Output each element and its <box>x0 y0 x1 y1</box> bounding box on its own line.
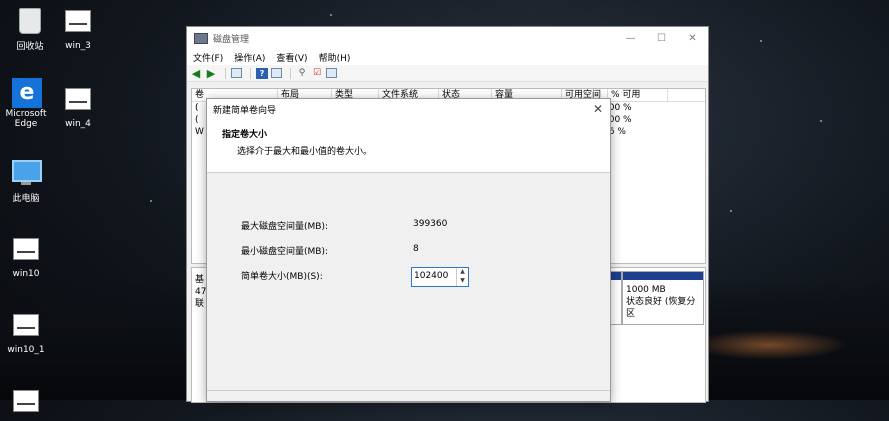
file-icon <box>13 238 39 260</box>
wizard-body: 最大磁盘空间量(MB): 399360 最小磁盘空间量(MB): 8 简单卷大小… <box>207 173 610 386</box>
wizard-titlebar[interactable]: 新建简单卷向导 ✕ <box>207 99 610 119</box>
file-icon <box>13 314 39 336</box>
column-percent-free[interactable]: % 可用 <box>608 89 668 101</box>
file-icon <box>13 390 39 412</box>
horizon-glow <box>689 330 849 360</box>
desktop-icon-partial[interactable] <box>0 386 56 421</box>
stepper-up-icon[interactable]: ▲ <box>457 268 468 277</box>
min-space-label: 最小磁盘空间量(MB): <box>241 247 328 257</box>
window-titlebar[interactable]: 磁盘管理 — ☐ ✕ <box>187 27 708 49</box>
computer-icon <box>12 160 42 182</box>
wizard-subheading: 选择介于最大和最小值的卷大小。 <box>237 147 373 157</box>
check-icon[interactable]: ☑ <box>311 68 323 79</box>
volume-size-stepper[interactable]: ▲ ▼ <box>411 267 469 287</box>
wizard-footer-divider <box>207 390 610 391</box>
desktop-icon-win4[interactable]: win_4 <box>48 84 108 129</box>
wizard-title: 新建简单卷向导 <box>213 105 277 116</box>
min-space-value: 8 <box>413 244 419 254</box>
toolbar: ◀ ▶ ? ⚲ ☑ <box>187 65 708 82</box>
max-space-value: 399360 <box>413 219 448 229</box>
menu-help[interactable]: 帮助(H) <box>319 51 351 64</box>
menu-view[interactable]: 查看(V) <box>276 51 307 64</box>
desktop-icon-win10[interactable]: win10 <box>0 234 56 279</box>
menubar: 文件(F) 操作(A) 查看(V) 帮助(H) <box>187 49 708 65</box>
volume-size-input[interactable] <box>412 268 456 284</box>
new-simple-volume-wizard: 新建简单卷向导 ✕ 指定卷大小 选择介于最大和最小值的卷大小。 最大磁盘空间量(… <box>206 98 611 402</box>
back-arrow-icon[interactable]: ◀ <box>190 67 202 80</box>
properties-icon[interactable] <box>271 68 282 78</box>
desktop-icon-label: Microsoft Edge <box>5 109 47 129</box>
wizard-close-button[interactable]: ✕ <box>586 102 610 116</box>
desktop-icon-label: win_4 <box>65 119 91 129</box>
stepper-down-icon[interactable]: ▼ <box>457 277 468 286</box>
help-icon[interactable]: ? <box>256 67 268 79</box>
volume-size-label: 简单卷大小(MB)(S): <box>241 272 323 282</box>
recycle-bin-icon <box>19 8 41 34</box>
desktop-icon-label: win_3 <box>65 41 91 51</box>
desktop-icon-label: win10 <box>12 269 40 279</box>
desktop-icon-win10-1[interactable]: win10_1 <box>0 310 56 355</box>
forward-arrow-icon[interactable]: ▶ <box>205 67 217 80</box>
disk-management-icon <box>194 32 208 44</box>
file-icon <box>65 10 91 32</box>
close-button[interactable]: ✕ <box>677 33 708 44</box>
volume-list-icon[interactable] <box>326 68 337 78</box>
edge-browser-icon: e <box>12 78 42 108</box>
wizard-header: 指定卷大小 选择介于最大和最小值的卷大小。 <box>207 119 610 173</box>
console-tree-icon[interactable] <box>231 68 242 78</box>
desktop-icon-label: 此电脑 <box>12 194 40 204</box>
file-icon <box>65 88 91 110</box>
connect-disk-icon[interactable]: ⚲ <box>296 68 308 79</box>
window-title: 磁盘管理 <box>213 34 250 45</box>
menu-file[interactable]: 文件(F) <box>193 51 223 64</box>
maximize-button[interactable]: ☐ <box>646 33 677 44</box>
desktop-icon-win3[interactable]: win_3 <box>48 6 108 51</box>
partition-status: 状态良好 (恢复分区 <box>626 297 696 319</box>
desktop-icon-this-pc[interactable]: 此电脑 <box>0 156 56 204</box>
desktop-icon-label: win10_1 <box>7 345 45 355</box>
menu-action[interactable]: 操作(A) <box>234 51 265 64</box>
wizard-heading: 指定卷大小 <box>222 130 268 140</box>
minimize-button[interactable]: — <box>615 33 646 44</box>
partition-size: 1000 MB <box>626 285 666 295</box>
recovery-partition[interactable]: 1000 MB 状态良好 (恢复分区 <box>622 271 704 325</box>
max-space-label: 最大磁盘空间量(MB): <box>241 222 328 232</box>
